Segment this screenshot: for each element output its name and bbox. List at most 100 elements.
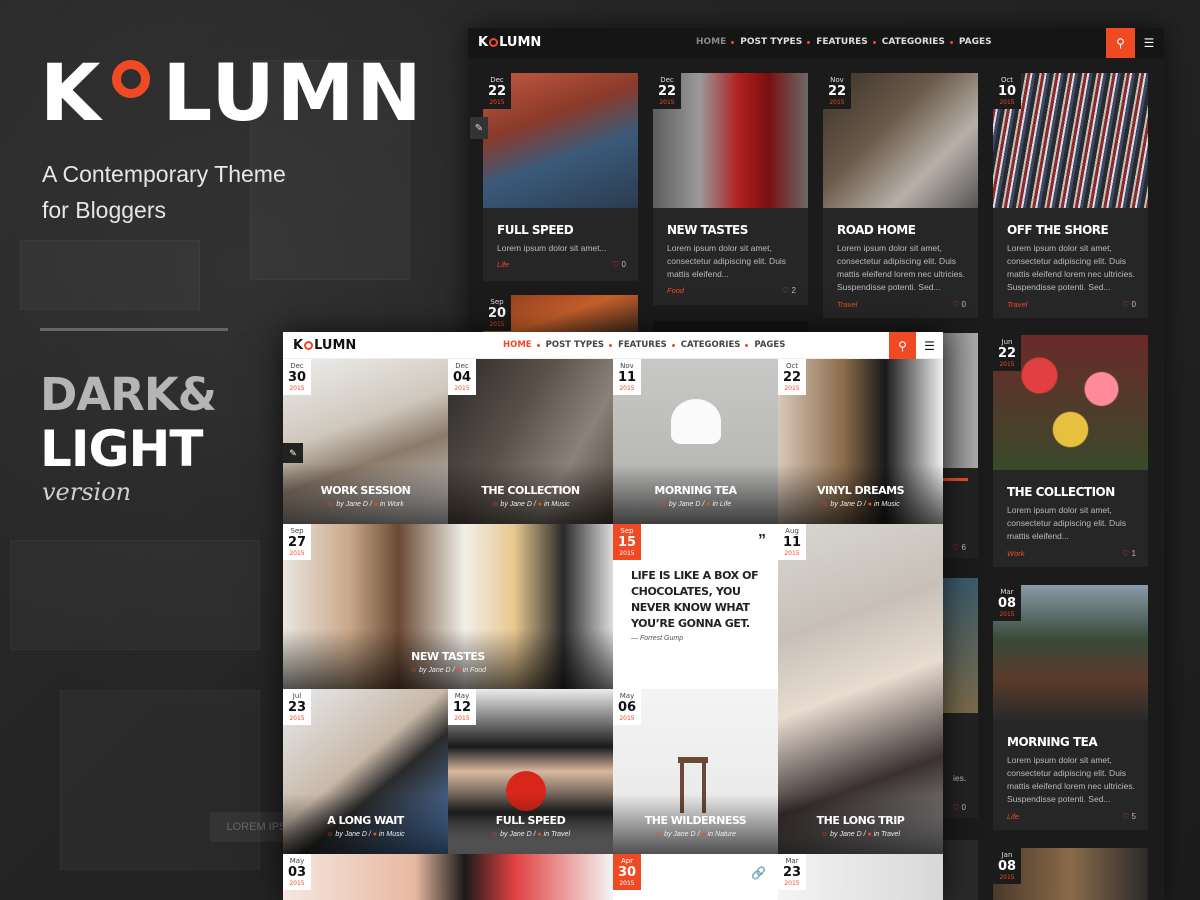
dark-post-card-partial[interactable]: Sep 20 2015 xyxy=(483,295,638,335)
post-category[interactable]: Work xyxy=(1007,549,1025,558)
nav-item-pages[interactable]: PAGES xyxy=(745,340,785,350)
user-icon: ☺ xyxy=(654,831,663,838)
edit-button[interactable]: ✎ xyxy=(283,443,303,463)
light-nav-menu: HOME POST TYPES FEATURES CATEGORIES PAGE… xyxy=(496,340,792,350)
dark-post-card[interactable]: Dec 22 2015 FULL SPEED Lorem ipsum dolor s… xyxy=(483,73,638,281)
post-category[interactable]: Travel xyxy=(1007,300,1027,309)
post-title[interactable]: A LONG WAIT xyxy=(283,814,448,827)
like-counter[interactable]: ♡ 5 xyxy=(1122,812,1136,821)
heart-icon: ♡ xyxy=(612,260,620,269)
progress-bar xyxy=(943,478,968,481)
like-counter[interactable]: ♡ 2 xyxy=(782,286,796,295)
post-title[interactable]: THE WILDERNESS xyxy=(613,814,778,827)
nav-item-categories[interactable]: CATEGORIES xyxy=(671,340,740,350)
date-badge: Nov 22 2015 xyxy=(823,73,851,109)
heart-icon: ♡ xyxy=(952,543,960,552)
heart-icon: ♡ xyxy=(952,300,960,309)
nav-item-pages[interactable]: PAGES xyxy=(949,37,992,47)
post-category[interactable]: Life xyxy=(497,260,509,269)
post-title[interactable]: WORK SESSION xyxy=(283,484,448,497)
post-meta: ☺ by Jane D / ● in Nature xyxy=(654,831,737,838)
dark-post-card[interactable]: Jun 22 2015 THE COLLECTION Lorem ipsum dol… xyxy=(993,335,1148,567)
like-counter[interactable]: ♡ 6 xyxy=(952,543,966,552)
light-post-tile[interactable]: Sep 27 2015 NEW TASTES ☺ by Jane D / ● in … xyxy=(283,524,613,689)
post-title[interactable]: THE LONG TRIP xyxy=(778,814,943,827)
folder-icon: ● xyxy=(701,831,706,838)
dark-post-card[interactable]: Dec 22 2015 NEW TASTES Lorem ipsum dolor s… xyxy=(653,73,808,305)
date-badge: Dec 30 2015 xyxy=(283,359,311,395)
logo-ring-icon xyxy=(112,60,151,98)
post-excerpt: Lorem ipsum dolor sit amet, consectetur … xyxy=(837,243,966,292)
search-button[interactable]: ⚲ xyxy=(1106,28,1135,58)
light-post-tile-partial[interactable]: Mar 23 2015 xyxy=(778,854,943,900)
post-title[interactable]: MORNING TEA xyxy=(613,484,778,497)
nav-logo-right: LUMN xyxy=(499,35,542,50)
dark-post-card[interactable]: Nov 22 2015 ROAD HOME Lorem ipsum dolor si… xyxy=(823,73,978,318)
post-excerpt: Lorem ipsum dolor sit amet, consectetur … xyxy=(667,243,787,279)
edit-button[interactable]: ✎ xyxy=(470,117,488,139)
light-post-tile[interactable]: Dec 30 2015 ✎ WORK SESSION ☺ by Jane D / ●… xyxy=(283,359,448,524)
like-counter[interactable]: ♡ 1 xyxy=(1122,549,1136,558)
post-title[interactable]: VINYL DREAMS xyxy=(778,484,943,497)
nav-item-post-types[interactable]: POST TYPES xyxy=(536,340,604,350)
date-badge: Sep 15 2015 xyxy=(613,524,641,560)
light-theme-screen: K LUMN HOME POST TYPES FEATURES CATEGORIE… xyxy=(283,332,943,900)
quote-icon: ” xyxy=(758,532,766,549)
like-counter[interactable]: ♡ 0 xyxy=(1122,300,1136,309)
nav-item-post-types[interactable]: POST TYPES xyxy=(731,37,802,47)
nav-logo-right: LUMN xyxy=(314,338,357,353)
pencil-icon: ✎ xyxy=(474,122,484,134)
like-counter[interactable]: ♡ 0 xyxy=(952,803,966,812)
post-title[interactable]: ROAD HOME xyxy=(837,223,916,237)
post-title[interactable]: NEW TASTES xyxy=(283,650,613,663)
post-category[interactable]: Life xyxy=(1007,812,1019,821)
post-title[interactable]: FULL SPEED xyxy=(448,814,613,827)
date-badge: Jan 08 2015 xyxy=(993,848,1021,884)
light-link-tile-partial[interactable]: Apr 30 2015 🔗 xyxy=(613,854,778,900)
nav-item-features[interactable]: FEATURES xyxy=(609,340,667,350)
like-counter[interactable]: ♡ 0 xyxy=(952,300,966,309)
hamburger-icon: ☰ xyxy=(1143,36,1155,50)
hamburger-icon: ☰ xyxy=(924,338,935,353)
post-meta: ☺ by Jane D / ● in Work xyxy=(327,501,404,508)
nav-item-categories[interactable]: CATEGORIES xyxy=(872,37,945,47)
nav-item-home[interactable]: HOME xyxy=(503,340,532,350)
post-title[interactable]: THE COLLECTION xyxy=(1007,485,1115,499)
like-counter[interactable]: ♡ 0 xyxy=(612,260,626,269)
folder-icon: ● xyxy=(706,501,711,508)
menu-button[interactable]: ☰ xyxy=(916,332,943,359)
date-badge: Oct 10 2015 xyxy=(993,73,1021,109)
nav-item-home[interactable]: HOME xyxy=(696,37,726,47)
light-post-tile[interactable]: Nov 11 2015 MORNING TEA ☺ by Jane D / ● in… xyxy=(613,359,778,524)
post-title[interactable]: THE COLLECTION xyxy=(448,484,613,497)
dark-nav-logo[interactable]: K LUMN xyxy=(478,35,541,50)
light-post-tile[interactable]: Jul 23 2015 A LONG WAIT ☺ by Jane D / ● in… xyxy=(283,689,448,854)
light-post-tile[interactable]: May 12 2015 FULL SPEED ☺ by Jane D / ● in … xyxy=(448,689,613,854)
post-category[interactable]: Travel xyxy=(837,300,857,309)
pencil-icon: ✎ xyxy=(289,447,297,458)
post-excerpt: Lorem ipsum dolor sit amet, consectetur … xyxy=(1007,755,1136,804)
date-badge: Oct 22 2015 xyxy=(778,359,806,395)
search-button[interactable]: ⚲ xyxy=(889,332,916,359)
light-post-tile[interactable]: Dec 04 2015 THE COLLECTION ☺ by Jane D / ●… xyxy=(448,359,613,524)
post-title[interactable]: NEW TASTES xyxy=(667,223,748,237)
post-title[interactable]: OFF THE SHORE xyxy=(1007,223,1109,237)
light-nav-logo[interactable]: K LUMN xyxy=(293,338,356,353)
post-meta: ☺ by Jane D / ● in Food xyxy=(409,667,487,674)
light-quote-tile[interactable]: Sep 15 2015 ” LIFE IS LIKE A BOX OF CHOCOL… xyxy=(613,524,778,689)
post-category[interactable]: Food xyxy=(667,286,684,295)
post-title[interactable]: MORNING TEA xyxy=(1007,735,1098,749)
light-post-tile[interactable]: Aug 11 2015 THE LONG TRIP ☺ by Jane D / ● … xyxy=(778,524,943,854)
light-post-tile[interactable]: Oct 22 2015 VINYL DREAMS ☺ by Jane D / ● i… xyxy=(778,359,943,524)
date-badge: Mar 23 2015 xyxy=(778,854,806,890)
light-navbar: K LUMN HOME POST TYPES FEATURES CATEGORIE… xyxy=(283,332,943,359)
dark-post-card[interactable]: Oct 10 2015 OFF THE SHORE Lorem ipsum dolo… xyxy=(993,73,1148,318)
light-post-tile-partial[interactable]: May 03 2015 xyxy=(283,854,613,900)
dark-post-card[interactable]: Mar 08 2015 MORNING TEA Lorem ipsum dolor … xyxy=(993,585,1148,830)
link-icon: 🔗 xyxy=(751,866,766,880)
nav-item-features[interactable]: FEATURES xyxy=(807,37,868,47)
menu-button[interactable]: ☰ xyxy=(1134,28,1164,58)
light-post-tile[interactable]: May 06 2015 THE WILDERNESS ☺ by Jane D / ●… xyxy=(613,689,778,854)
post-title[interactable]: FULL SPEED xyxy=(497,223,574,237)
dark-post-card-partial[interactable]: Jan 08 2015 xyxy=(993,848,1148,900)
